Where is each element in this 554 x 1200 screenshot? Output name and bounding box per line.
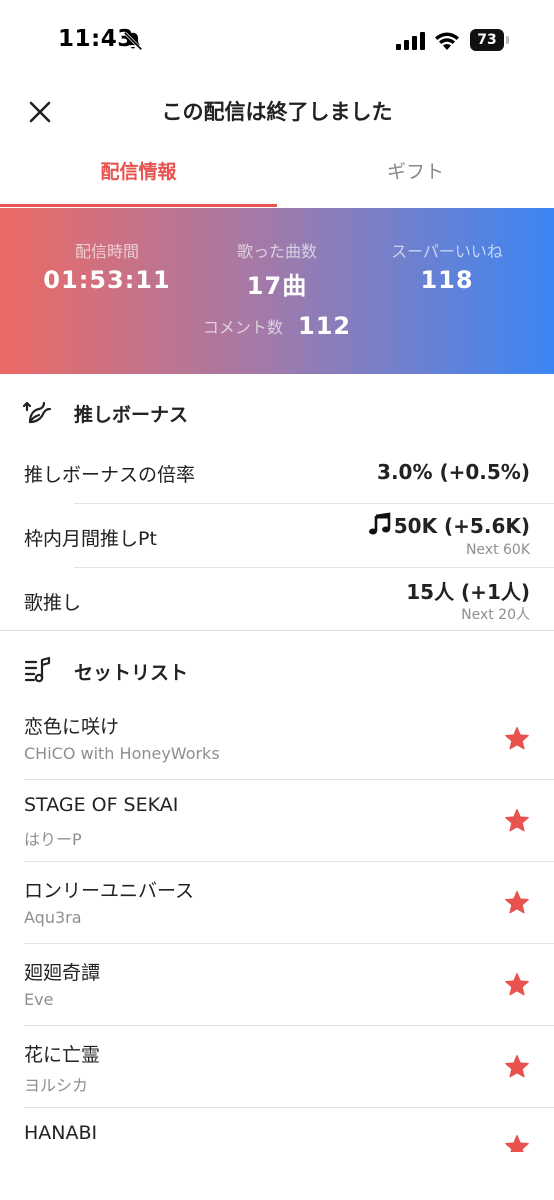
bell-slash-icon xyxy=(123,31,143,51)
stat-comments: コメント数 112 xyxy=(0,312,554,340)
setlist-item[interactable]: 廻廻奇譚 Eve xyxy=(0,944,554,1026)
stat-duration: 配信時間 01:53:11 xyxy=(17,238,197,294)
cellular-signal-icon xyxy=(396,32,425,50)
setlist-item[interactable]: ロンリーユニバース Aqu3ra xyxy=(0,862,554,944)
status-bar: 11:43 73 xyxy=(0,0,554,82)
battery-icon: 73 xyxy=(470,29,510,51)
stat-songs-label: 歌った曲数 xyxy=(236,242,317,261)
bonus-row-song-fans: 歌推し 15人 (+1人) Next 20人 xyxy=(0,568,554,632)
tab-gifts[interactable]: ギフト xyxy=(277,140,554,206)
bonus-label: 枠内月間推しPt xyxy=(24,528,157,550)
bonus-value-with-icon: 50K (+5.6K) xyxy=(368,512,530,538)
section-divider xyxy=(0,630,554,631)
page-title: この配信は終了しました xyxy=(161,100,393,124)
stream-ended-screen: 11:43 73 この配信は終了しました 配信情報 ギフト 配信時間 01:53… xyxy=(0,0,554,1200)
bonus-section-header: 推しボーナス xyxy=(0,386,554,438)
bonus-bird-icon xyxy=(22,401,52,424)
bonus-value: 15人 (+1人) xyxy=(406,580,530,604)
song-title: 廻廻奇譚 xyxy=(24,962,101,984)
stat-songs-value: 17曲 xyxy=(246,272,308,300)
star-icon[interactable] xyxy=(504,726,530,752)
bonus-label: 歌推し xyxy=(24,592,82,614)
star-icon[interactable] xyxy=(504,972,530,998)
song-artist: CHiCO with HoneyWorks xyxy=(24,744,220,763)
battery-tip xyxy=(506,36,509,44)
stat-super-likes-value: 118 xyxy=(420,266,474,294)
setlist-item[interactable]: HANABI xyxy=(0,1108,554,1152)
stat-duration-value: 01:53:11 xyxy=(43,266,171,294)
song-title: 花に亡霊 xyxy=(24,1044,101,1066)
song-artist: Eve xyxy=(24,990,54,1009)
bonus-section-title: 推しボーナス xyxy=(74,404,189,426)
setlist-item[interactable]: 恋色に咲け CHiCO with HoneyWorks xyxy=(0,698,554,780)
bonus-label: 推しボーナスの倍率 xyxy=(24,464,196,486)
bonus-row-multiplier: 推しボーナスの倍率 3.0% (+0.5%) xyxy=(0,440,554,504)
bonus-value: 3.0% (+0.5%) xyxy=(377,460,530,484)
close-icon[interactable] xyxy=(26,98,54,126)
stat-super-likes: スーパーいいね 118 xyxy=(357,238,537,294)
song-artist: Aqu3ra xyxy=(24,908,82,927)
song-title: 恋色に咲け xyxy=(24,716,120,738)
song-title: STAGE OF SEKAI xyxy=(24,794,179,816)
music-note-icon xyxy=(368,512,391,535)
stat-comments-value: 112 xyxy=(298,312,352,340)
setlist-section-header: セットリスト xyxy=(0,644,554,696)
star-icon[interactable] xyxy=(504,1134,530,1152)
bonus-next-target: Next 20人 xyxy=(461,607,530,623)
star-icon[interactable] xyxy=(504,1054,530,1080)
stat-comments-label: コメント数 xyxy=(202,318,283,337)
stat-super-likes-label: スーパーいいね xyxy=(391,242,503,261)
song-title: ロンリーユニバース xyxy=(24,880,195,902)
star-icon[interactable] xyxy=(504,808,530,834)
setlist-section-title: セットリスト xyxy=(74,662,189,684)
song-artist: はりーP xyxy=(24,830,82,849)
setlist-item[interactable]: 花に亡霊 ヨルシカ xyxy=(0,1026,554,1108)
wifi-icon xyxy=(435,32,459,50)
bonus-value: 50K (+5.6K) xyxy=(393,514,530,538)
tab-stream-info[interactable]: 配信情報 xyxy=(0,140,277,206)
bonus-row-monthly-points: 枠内月間推しPt 50K (+5.6K) Next 60K xyxy=(0,504,554,568)
star-icon[interactable] xyxy=(504,890,530,916)
song-artist: ヨルシカ xyxy=(24,1076,89,1095)
setlist-item[interactable]: STAGE OF SEKAI はりーP xyxy=(0,780,554,862)
song-title: HANABI xyxy=(24,1122,98,1144)
battery-level: 73 xyxy=(477,32,497,48)
bonus-next-target: Next 60K xyxy=(465,542,530,558)
stats-banner: 配信時間 01:53:11 歌った曲数 17曲 スーパーいいね 118 コメント… xyxy=(0,208,554,374)
tab-active-indicator xyxy=(0,204,277,207)
setlist-icon xyxy=(24,656,51,683)
tab-bar: 配信情報 ギフト xyxy=(0,140,554,208)
stat-songs: 歌った曲数 17曲 xyxy=(187,238,367,301)
stat-duration-label: 配信時間 xyxy=(74,242,139,261)
